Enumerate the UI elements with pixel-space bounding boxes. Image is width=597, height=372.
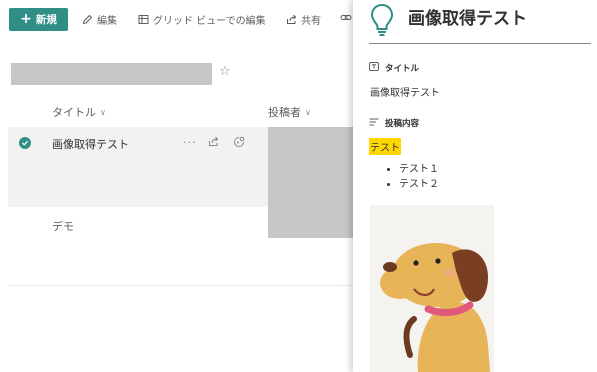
highlighted-text: テスト xyxy=(369,138,401,155)
column-header-poster[interactable]: 投稿者 ∨ xyxy=(268,104,311,120)
list-item: テスト１ xyxy=(399,162,439,177)
field-label-body: 投稿内容 xyxy=(369,117,419,129)
chevron-down-icon: ∨ xyxy=(305,107,311,117)
multiline-text-icon xyxy=(369,118,379,129)
poster-cell-redacted xyxy=(268,127,353,238)
checkmark-icon[interactable] xyxy=(19,137,31,149)
share-icon xyxy=(286,14,297,25)
field-label-body-text: 投稿内容 xyxy=(385,119,420,129)
new-button-label: 新規 xyxy=(35,14,57,26)
share-button-label: 共有 xyxy=(301,16,321,27)
copy-link-button[interactable] xyxy=(340,12,352,23)
row-title[interactable]: 画像取得テスト xyxy=(52,136,129,152)
grid-edit-button[interactable]: グリッド ビューでの編集 xyxy=(138,12,266,27)
column-header-poster-label: 投稿者 xyxy=(268,106,301,119)
pencil-icon xyxy=(82,14,93,25)
dog-illustration-image[interactable] xyxy=(370,205,494,372)
share-icon[interactable] xyxy=(208,136,219,150)
list-item: テスト２ xyxy=(399,177,439,192)
detail-title: 画像取得テスト xyxy=(408,9,527,29)
flow-icon[interactable] xyxy=(233,136,245,151)
field-label-title-text: タイトル xyxy=(385,64,420,74)
column-header-title-label: タイトル xyxy=(52,106,96,119)
share-button[interactable]: 共有 xyxy=(286,12,321,27)
header-divider xyxy=(369,43,591,44)
text-field-icon xyxy=(369,62,379,74)
chevron-down-icon: ∨ xyxy=(100,107,106,117)
more-options-icon[interactable]: ··· xyxy=(183,136,197,149)
grid-edit-button-label: グリッド ビューでの編集 xyxy=(153,16,266,27)
command-bar: + 新規 編集 グリッド ビューでの編集 共有 xyxy=(0,0,360,38)
column-header-title[interactable]: タイトル ∨ xyxy=(52,104,106,120)
link-icon xyxy=(340,12,352,23)
new-button[interactable]: + 新規 xyxy=(9,8,68,31)
plus-icon: + xyxy=(20,11,32,27)
row-title[interactable]: デモ xyxy=(52,218,74,234)
row-divider xyxy=(8,285,353,286)
field-value-title[interactable]: 画像取得テスト xyxy=(370,84,440,99)
edit-button-label: 編集 xyxy=(97,16,117,27)
list-title-redacted xyxy=(11,63,212,85)
field-label-title: タイトル xyxy=(369,62,419,74)
item-detail-pane: 画像取得テスト タイトル 画像取得テスト 投稿内容 テスト テスト１ テスト２ xyxy=(353,0,597,372)
bullet-list: テスト１ テスト２ xyxy=(383,162,439,192)
lightbulb-icon xyxy=(369,2,395,42)
favorite-star-icon[interactable]: ☆ xyxy=(219,64,231,79)
grid-icon xyxy=(138,14,149,25)
edit-button[interactable]: 編集 xyxy=(82,12,117,27)
